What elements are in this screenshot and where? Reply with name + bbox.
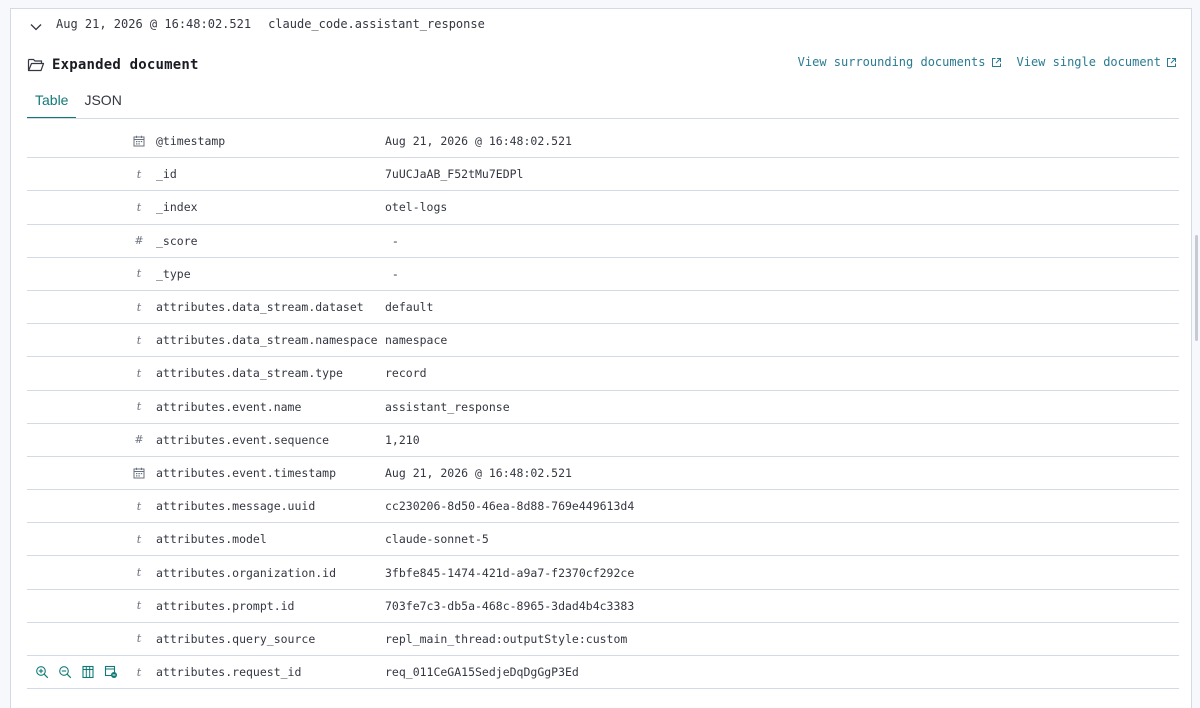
page-title: Expanded document bbox=[52, 57, 199, 73]
table-row[interactable]: attributes.event.timestamp Aug 21, 2026 @… bbox=[27, 457, 1179, 491]
field-name: attributes.data_stream.type bbox=[156, 366, 343, 381]
field-name: attributes.event.timestamp bbox=[156, 465, 337, 480]
tab-table[interactable]: Table bbox=[27, 89, 77, 119]
expanded-document-title-row: Expanded document View surrounding docum… bbox=[11, 53, 1191, 77]
field-value: Aug 21, 2026 @ 16:48:02.521 bbox=[385, 465, 572, 480]
field-name: attributes.message.uuid bbox=[156, 499, 316, 514]
number-type-icon: # bbox=[134, 433, 144, 447]
field-value: Aug 21, 2026 @ 16:48:02.521 bbox=[385, 134, 572, 149]
calendar-icon bbox=[131, 133, 147, 149]
row-actions bbox=[35, 656, 118, 688]
filter-exists-icon[interactable] bbox=[104, 665, 118, 679]
field-value: repl_main_thread:outputStyle:custom bbox=[385, 631, 628, 646]
field-name: attributes.model bbox=[156, 532, 267, 547]
field-value: assistant_response bbox=[385, 399, 510, 414]
string-type-icon: t bbox=[136, 632, 142, 646]
view-single-document-label: View single document bbox=[1016, 55, 1162, 69]
folder-open-icon bbox=[27, 57, 45, 73]
table-row[interactable]: t attributes.model claude-sonnet-5 bbox=[27, 523, 1179, 557]
string-type-icon: t bbox=[136, 566, 142, 580]
number-type-icon: # bbox=[134, 234, 144, 248]
string-type-icon: t bbox=[136, 400, 142, 414]
string-type-icon: t bbox=[136, 300, 142, 314]
field-name: attributes.data_stream.namespace bbox=[156, 333, 378, 348]
field-name: _type bbox=[156, 266, 191, 281]
field-value: cc230206-8d50-46ea-8d88-769e449613d4 bbox=[385, 499, 635, 514]
toggle-column-icon[interactable] bbox=[81, 665, 95, 679]
view-single-document-link[interactable]: View single document bbox=[1017, 55, 1178, 69]
field-name: attributes.data_stream.dataset bbox=[156, 300, 364, 315]
string-type-icon: t bbox=[136, 333, 142, 347]
table-row[interactable]: t attributes.event.name assistant_response bbox=[27, 391, 1179, 424]
tabs-divider bbox=[27, 118, 1179, 119]
field-name: attributes.query_source bbox=[156, 631, 316, 646]
field-value: 1,210 bbox=[385, 432, 420, 447]
string-type-icon: t bbox=[136, 665, 142, 679]
string-type-icon: t bbox=[136, 366, 142, 380]
string-type-icon: t bbox=[136, 200, 142, 214]
field-value: otel-logs bbox=[385, 200, 448, 215]
document-header-row[interactable]: Aug 21, 2026 @ 16:48:02.521 claude_code.… bbox=[11, 9, 1191, 39]
field-name: _id bbox=[156, 167, 177, 182]
vertical-scrollbar[interactable] bbox=[1195, 235, 1198, 341]
field-value: - bbox=[385, 233, 399, 248]
field-name: attributes.prompt.id bbox=[156, 598, 295, 613]
view-surrounding-documents-link[interactable]: View surrounding documents bbox=[798, 55, 1002, 69]
field-value: namespace bbox=[385, 333, 448, 348]
document-links: View surrounding documents View single d… bbox=[798, 55, 1177, 69]
field-name: _index bbox=[156, 200, 198, 215]
document-fields-table: @timestamp Aug 21, 2026 @ 16:48:02.521 t _i… bbox=[27, 125, 1179, 690]
table-row[interactable]: t attributes.data_stream.namespace namespa… bbox=[27, 324, 1179, 358]
chevron-down-icon[interactable] bbox=[29, 20, 43, 34]
table-row[interactable]: # attributes.event.sequence 1,210 bbox=[27, 424, 1179, 457]
string-type-icon: t bbox=[136, 267, 142, 281]
string-type-icon: t bbox=[136, 499, 142, 513]
string-type-icon: t bbox=[136, 532, 142, 546]
field-value: 7uUCJaAB_F52tMu7EDPl bbox=[385, 167, 524, 182]
table-row[interactable]: t attributes.request_id req_011CeGA15Sedje… bbox=[27, 656, 1179, 690]
document-tabs: Table JSON bbox=[27, 89, 130, 119]
external-link-icon bbox=[991, 57, 1002, 68]
field-value: 3fbfe845-1474-421d-a9a7-f2370cf292ce bbox=[385, 565, 635, 580]
filter-for-value-icon[interactable] bbox=[35, 665, 49, 679]
view-surrounding-documents-label: View surrounding documents bbox=[797, 55, 986, 69]
table-row[interactable]: @timestamp Aug 21, 2026 @ 16:48:02.521 bbox=[27, 125, 1179, 159]
field-name: @timestamp bbox=[156, 134, 226, 149]
field-name: attributes.organization.id bbox=[156, 565, 337, 580]
calendar-icon bbox=[131, 465, 147, 481]
table-row[interactable]: t _index otel-logs bbox=[27, 191, 1179, 225]
table-row[interactable]: t attributes.organization.id 3fbfe845-1474… bbox=[27, 556, 1179, 590]
tab-json[interactable]: JSON bbox=[76, 89, 129, 119]
field-value: default bbox=[385, 300, 434, 315]
table-row[interactable]: t attributes.message.uuid cc230206-8d50-46… bbox=[27, 490, 1179, 524]
field-value: - bbox=[385, 266, 399, 281]
table-row[interactable]: t attributes.data_stream.dataset default bbox=[27, 291, 1179, 325]
field-name: _score bbox=[156, 233, 198, 248]
field-value: claude-sonnet-5 bbox=[385, 532, 489, 547]
field-name: attributes.request_id bbox=[156, 665, 302, 680]
header-message: claude_code.assistant_response bbox=[268, 17, 485, 31]
table-row[interactable]: t _id 7uUCJaAB_F52tMu7EDPl bbox=[27, 158, 1179, 192]
field-value: 703fe7c3-db5a-468c-8965-3dad4b4c3383 bbox=[385, 598, 635, 613]
document-panel: Aug 21, 2026 @ 16:48:02.521 claude_code.… bbox=[10, 8, 1192, 708]
string-type-icon: t bbox=[136, 167, 142, 181]
table-row[interactable]: t attributes.data_stream.type record bbox=[27, 357, 1179, 391]
filter-out-value-icon[interactable] bbox=[58, 665, 72, 679]
field-value: req_011CeGA15SedjeDqDgGgP3Ed bbox=[385, 665, 579, 680]
external-link-icon bbox=[1166, 57, 1177, 68]
field-name: attributes.event.sequence bbox=[156, 432, 330, 447]
field-name: attributes.event.name bbox=[156, 399, 302, 414]
header-timestamp: Aug 21, 2026 @ 16:48:02.521 bbox=[56, 17, 252, 31]
table-row[interactable]: t _type - bbox=[27, 258, 1179, 291]
string-type-icon: t bbox=[136, 599, 142, 613]
table-row[interactable]: t attributes.query_source repl_main_thread… bbox=[27, 623, 1179, 656]
table-row[interactable]: # _score - bbox=[27, 225, 1179, 258]
table-row[interactable]: t attributes.prompt.id 703fe7c3-db5a-468c-… bbox=[27, 590, 1179, 623]
field-value: record bbox=[385, 366, 427, 381]
